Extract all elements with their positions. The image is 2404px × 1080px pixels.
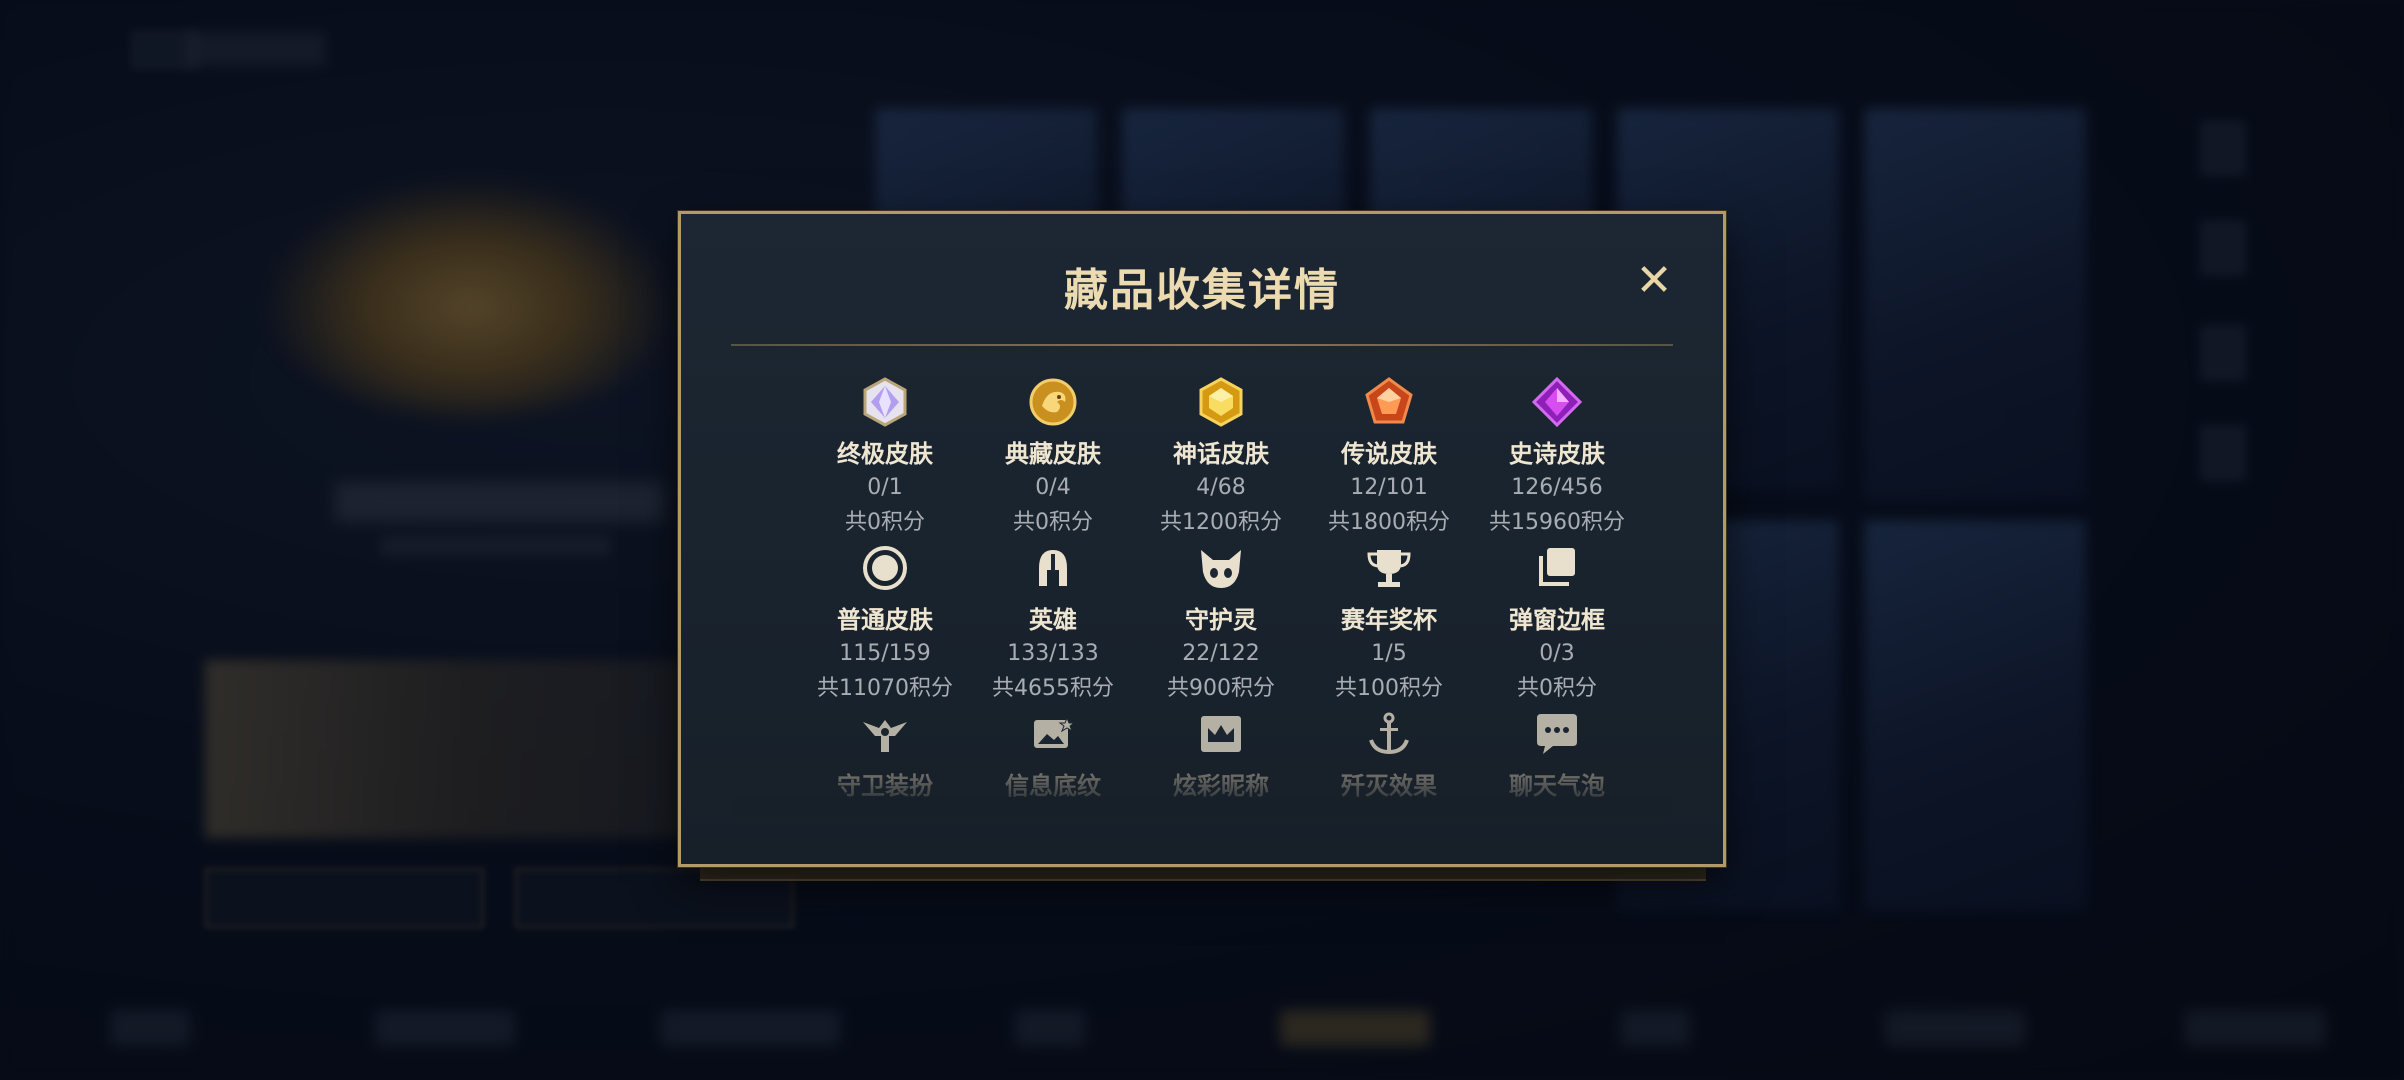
category-points: 共100积分 bbox=[1335, 676, 1443, 701]
close-button[interactable]: ✕ bbox=[1633, 259, 1675, 303]
category-item[interactable]: 普通皮肤 115/159 共11070积分 bbox=[801, 542, 969, 702]
diamond-white-icon bbox=[863, 377, 907, 427]
image-card-icon bbox=[1034, 716, 1076, 748]
gold-dragon-icon bbox=[1029, 378, 1077, 426]
category-item[interactable]: 神话皮肤 4/68 共1200积分 bbox=[1137, 376, 1305, 536]
category-points: 共0积分 bbox=[1013, 510, 1093, 535]
category-item[interactable]: 英雄 133/133 共4655积分 bbox=[969, 542, 1137, 702]
category-name: 终极皮肤 bbox=[837, 440, 933, 468]
category-count: 0/1 bbox=[867, 475, 903, 500]
category-points: 共1800积分 bbox=[1328, 510, 1450, 535]
category-item[interactable]: 终极皮肤 0/1 共0积分 bbox=[801, 376, 969, 536]
category-count: 126/456 bbox=[1511, 475, 1603, 500]
category-points: 共0积分 bbox=[1517, 676, 1597, 701]
category-count: 115/159 bbox=[839, 641, 931, 666]
orange-gem-icon bbox=[1365, 377, 1413, 424]
collection-row: 普通皮肤 115/159 共11070积分 英雄 133/133 共4655积分 bbox=[801, 542, 1641, 708]
category-count: 4/68 bbox=[1196, 475, 1246, 500]
category-item[interactable]: 赛年奖杯 1/5 共100积分 bbox=[1305, 542, 1473, 702]
category-count: 0/4 bbox=[1035, 475, 1071, 500]
category-points: 共15960积分 bbox=[1489, 510, 1625, 535]
category-name: 弹窗边框 bbox=[1509, 606, 1605, 634]
ward-icon bbox=[863, 720, 907, 752]
category-name: 守护灵 bbox=[1185, 606, 1257, 634]
category-name: 英雄 bbox=[1029, 606, 1077, 634]
dialog-title: 藏品收集详情 bbox=[1064, 265, 1340, 316]
pet-icon bbox=[1201, 550, 1241, 588]
scroll-fade bbox=[731, 774, 1673, 818]
category-count: 133/133 bbox=[1007, 641, 1099, 666]
purple-gem-icon bbox=[1531, 376, 1583, 428]
category-name: 普通皮肤 bbox=[837, 606, 933, 634]
category-points: 共1200积分 bbox=[1160, 510, 1282, 535]
crown-card-icon bbox=[1201, 716, 1241, 752]
chat-bubble-icon bbox=[1537, 714, 1577, 754]
frame-icon bbox=[1539, 548, 1575, 586]
category-count: 22/122 bbox=[1182, 641, 1260, 666]
category-item[interactable]: 史诗皮肤 126/456 共15960积分 bbox=[1473, 376, 1641, 536]
trophy-icon bbox=[1367, 550, 1411, 587]
helmet-icon bbox=[1039, 550, 1067, 586]
category-points: 共4655积分 bbox=[992, 676, 1114, 701]
divider bbox=[731, 344, 1673, 346]
category-count: 0/3 bbox=[1539, 641, 1575, 666]
category-item[interactable]: 弹窗边框 0/3 共0积分 bbox=[1473, 542, 1641, 702]
category-count: 1/5 bbox=[1371, 641, 1407, 666]
category-points: 共900积分 bbox=[1167, 676, 1275, 701]
category-name: 史诗皮肤 bbox=[1509, 440, 1605, 468]
category-item[interactable]: 传说皮肤 12/101 共1800积分 bbox=[1305, 376, 1473, 536]
category-points: 共11070积分 bbox=[817, 676, 953, 701]
circle-icon bbox=[863, 546, 907, 590]
category-name: 传说皮肤 bbox=[1341, 440, 1437, 468]
category-name: 典藏皮肤 bbox=[1005, 440, 1101, 468]
collection-detail-dialog: 藏品收集详情 ✕ 终极皮肤 0/1 共0积分 典藏皮肤 0/4 共0积分 神话皮… bbox=[678, 211, 1726, 867]
anchor-icon bbox=[1369, 712, 1409, 755]
category-item[interactable]: 守护灵 22/122 共900积分 bbox=[1137, 542, 1305, 702]
category-count: 12/101 bbox=[1350, 475, 1428, 500]
category-item[interactable]: 典藏皮肤 0/4 共0积分 bbox=[969, 376, 1137, 536]
collection-row: 终极皮肤 0/1 共0积分 典藏皮肤 0/4 共0积分 神话皮肤 4/68 共1… bbox=[801, 376, 1641, 542]
category-name: 赛年奖杯 bbox=[1341, 606, 1437, 634]
category-points: 共0积分 bbox=[845, 510, 925, 535]
category-name: 神话皮肤 bbox=[1173, 440, 1269, 468]
gold-gem-icon bbox=[1199, 377, 1243, 427]
